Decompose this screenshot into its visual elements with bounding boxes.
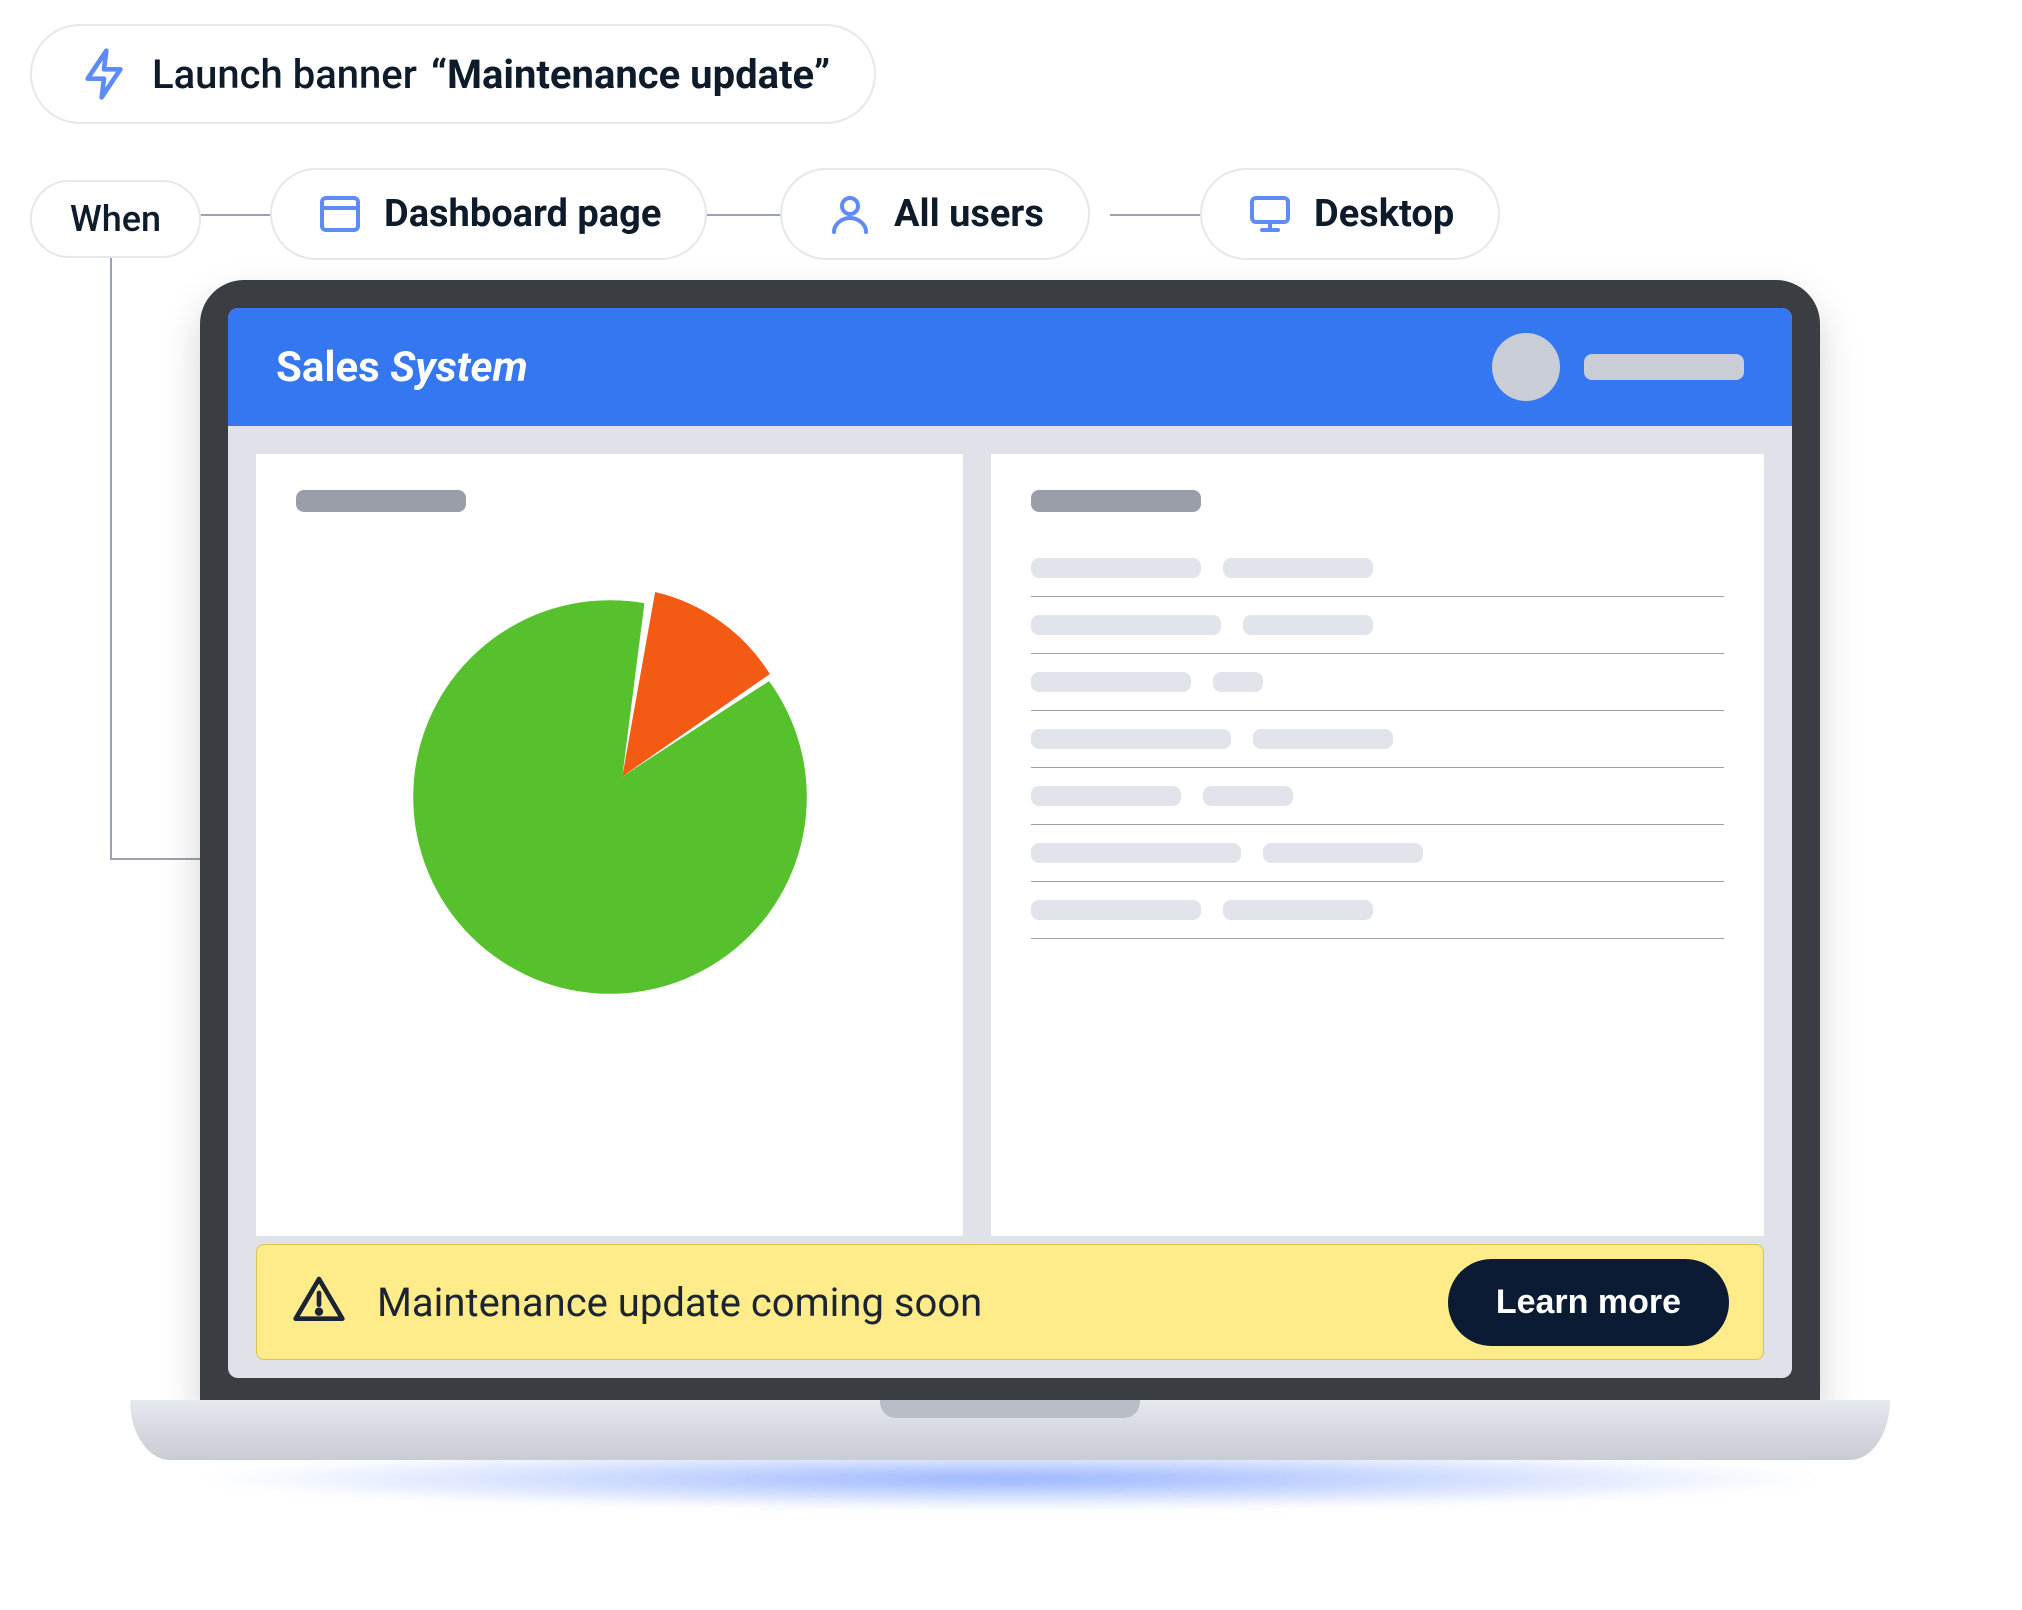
device-label: Desktop bbox=[1314, 192, 1454, 236]
list-item-seg bbox=[1223, 558, 1373, 578]
launch-quoted: “Maintenance update” bbox=[431, 51, 830, 98]
users-label: All users bbox=[894, 192, 1044, 236]
launch-prefix: Launch banner bbox=[152, 51, 417, 98]
desktop-icon bbox=[1246, 190, 1294, 238]
app-topbar: Sales System bbox=[228, 308, 1792, 426]
brand-word1: Sales bbox=[276, 343, 380, 392]
banner-message: Maintenance update coming soon bbox=[377, 1279, 1418, 1326]
list-item bbox=[1031, 711, 1724, 768]
laptop-bezel: Sales System bbox=[200, 280, 1820, 1406]
list-card bbox=[991, 454, 1764, 1236]
launch-banner-pill[interactable]: Launch banner “Maintenance update” bbox=[30, 24, 876, 124]
pie-chart bbox=[405, 592, 815, 1002]
brand-word2: System bbox=[390, 343, 528, 392]
chart-card bbox=[256, 454, 963, 1236]
list-item-seg bbox=[1223, 900, 1373, 920]
when-pill[interactable]: When bbox=[30, 180, 201, 258]
lightning-icon bbox=[76, 46, 132, 102]
list-item-seg bbox=[1031, 786, 1181, 806]
list-item-seg bbox=[1213, 672, 1263, 692]
list-title-placeholder bbox=[1031, 490, 1201, 512]
list-item-seg bbox=[1031, 615, 1221, 635]
laptop: Sales System bbox=[200, 280, 1820, 1406]
connector-line bbox=[190, 214, 280, 216]
list-item-seg bbox=[1203, 786, 1293, 806]
laptop-base bbox=[130, 1400, 1890, 1460]
warning-icon bbox=[291, 1272, 347, 1332]
connector-line bbox=[1110, 214, 1210, 216]
app-brand: Sales System bbox=[276, 343, 528, 392]
list-item-seg bbox=[1263, 843, 1423, 863]
device-pill[interactable]: Desktop bbox=[1200, 168, 1500, 260]
connector-line bbox=[700, 214, 790, 216]
list-item-seg bbox=[1243, 615, 1373, 635]
list-item-seg bbox=[1031, 729, 1231, 749]
connector-line bbox=[110, 258, 112, 858]
list-item bbox=[1031, 768, 1724, 825]
list-item-seg bbox=[1031, 900, 1201, 920]
app-screen: Sales System bbox=[228, 308, 1792, 1378]
users-pill[interactable]: All users bbox=[780, 168, 1090, 260]
dashboard-content bbox=[228, 426, 1792, 1236]
list-item bbox=[1031, 597, 1724, 654]
chart-title-placeholder bbox=[296, 490, 466, 512]
list-item-seg bbox=[1031, 672, 1191, 692]
list-item bbox=[1031, 540, 1724, 597]
maintenance-banner: Maintenance update coming soon Learn mor… bbox=[256, 1244, 1764, 1360]
list-item-seg bbox=[1031, 843, 1241, 863]
list-item-seg bbox=[1031, 558, 1201, 578]
user-name-placeholder bbox=[1584, 354, 1744, 380]
list-item bbox=[1031, 882, 1724, 939]
list-item bbox=[1031, 654, 1724, 711]
list-item bbox=[1031, 825, 1724, 882]
window-icon bbox=[316, 190, 364, 238]
avatar bbox=[1492, 333, 1560, 401]
list-item-seg bbox=[1253, 729, 1393, 749]
when-label: When bbox=[70, 198, 161, 240]
learn-more-button[interactable]: Learn more bbox=[1448, 1259, 1729, 1346]
topbar-user-area[interactable] bbox=[1492, 333, 1744, 401]
page-pill[interactable]: Dashboard page bbox=[270, 168, 707, 260]
page-label: Dashboard page bbox=[384, 192, 661, 236]
user-icon bbox=[826, 190, 874, 238]
